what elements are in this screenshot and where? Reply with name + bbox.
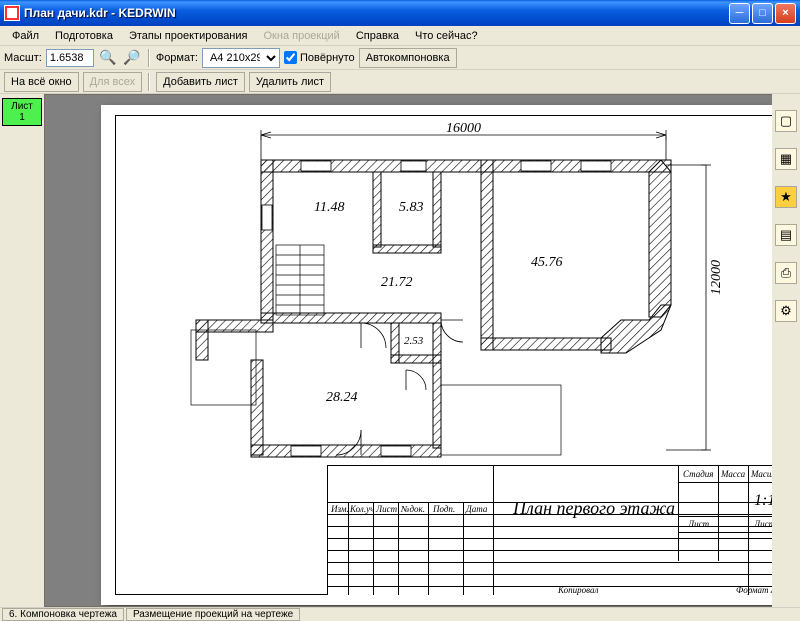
tb-kol: Кол.уч: [350, 504, 374, 514]
menubar: Файл Подготовка Этапы проектирования Окн…: [0, 26, 800, 46]
room-area-5: 2.53: [404, 335, 423, 347]
room-area-6: 28.24: [326, 390, 358, 406]
tb-format: Формат А4: [736, 585, 772, 595]
tb-izm: Изм.: [331, 504, 349, 514]
tb-ndok: №док.: [401, 504, 425, 514]
zoom-in-icon[interactable]: 🔎: [122, 48, 142, 68]
toolbar-2: На всё окно Для всех Добавить лист Удали…: [0, 70, 800, 94]
minimize-button[interactable]: ─: [729, 3, 750, 24]
room-area-4: 45.76: [531, 255, 563, 271]
tb-main-title: План первого этажа: [513, 498, 675, 519]
fullwindow-button[interactable]: На всё окно: [4, 72, 79, 92]
statusbar: 6. Компоновка чертежа Размещение проекци…: [0, 607, 800, 621]
menu-whatnow[interactable]: Что сейчас?: [407, 28, 486, 44]
tb-podp: Подп.: [433, 504, 455, 514]
delsheet-button[interactable]: Удалить лист: [249, 72, 331, 92]
close-button[interactable]: ×: [775, 3, 796, 24]
main-area: Лист 1: [0, 94, 800, 607]
status-2: Размещение проекций на чертеже: [126, 608, 300, 621]
addsheet-button[interactable]: Добавить лист: [156, 72, 245, 92]
right-toolbar: ▢ ▦ ★ ▤ ⎙ ⚙: [772, 94, 800, 607]
canvas[interactable]: 11.48 5.83 21.72 45.76 2.53 28.24 16000 …: [44, 94, 772, 607]
dim-width: 16000: [446, 121, 481, 137]
room-area-2: 5.83: [399, 200, 424, 216]
forall-button: Для всех: [83, 72, 142, 92]
separator: [148, 49, 150, 67]
autolayout-button[interactable]: Автокомпоновка: [359, 48, 457, 68]
separator: [148, 73, 150, 91]
rotated-checkbox[interactable]: Повёрнуто: [284, 51, 355, 64]
rotated-check[interactable]: [284, 51, 297, 64]
dim-height: 12000: [709, 260, 725, 295]
maximize-button[interactable]: □: [752, 3, 773, 24]
menu-file[interactable]: Файл: [4, 28, 47, 44]
room-area-3: 21.72: [381, 275, 413, 291]
zoom-out-icon[interactable]: 🔍: [98, 48, 118, 68]
format-select[interactable]: A4 210x297: [202, 48, 280, 68]
menu-stages[interactable]: Этапы проектирования: [121, 28, 256, 44]
menu-help[interactable]: Справка: [348, 28, 407, 44]
tool-grid-icon[interactable]: ▤: [775, 224, 797, 246]
tool-layer-icon[interactable]: ▢: [775, 110, 797, 132]
tb-sheets: Листов: [754, 519, 772, 529]
window-title: План дачи.kdr - KEDRWIN: [24, 6, 729, 20]
tool-settings-icon[interactable]: ⚙: [775, 300, 797, 322]
titlebar: План дачи.kdr - KEDRWIN ─ □ ×: [0, 0, 800, 26]
tb-scale-lbl: Масштаб: [751, 469, 772, 479]
status-1: 6. Компоновка чертежа: [2, 608, 124, 621]
room-area-1: 11.48: [314, 200, 344, 216]
scale-input[interactable]: [46, 49, 94, 67]
tb-scale-val: 1:100: [754, 492, 772, 510]
tb-list: Лист: [376, 504, 397, 514]
scale-label: Масшт:: [4, 52, 42, 64]
tool-print-icon[interactable]: ⎙: [775, 262, 797, 284]
menu-proj-windows: Окна проекций: [256, 28, 348, 44]
tb-mass: Масса: [721, 469, 745, 479]
sheet-tabs: Лист 1: [0, 94, 44, 607]
tb-copied: Копировал: [558, 585, 598, 595]
app-icon: [4, 5, 20, 21]
menu-prep[interactable]: Подготовка: [47, 28, 121, 44]
sheet-tab-1[interactable]: Лист 1: [2, 98, 42, 126]
toolbar-1: Масшт: 🔍 🔎 Формат: A4 210x297 Повёрнуто …: [0, 46, 800, 70]
title-block: Изм. Кол.уч Лист №док. Подп. Дата Стадия…: [327, 465, 772, 595]
tool-view-icon[interactable]: ▦: [775, 148, 797, 170]
tool-info-icon[interactable]: ★: [775, 186, 797, 208]
format-label: Формат:: [156, 52, 198, 64]
tb-data: Дата: [466, 504, 487, 514]
tb-stage: Стадия: [683, 469, 713, 479]
drawing-page: 11.48 5.83 21.72 45.76 2.53 28.24 16000 …: [101, 105, 772, 605]
window-buttons: ─ □ ×: [729, 3, 796, 24]
tb-sheet: Лист: [688, 519, 709, 529]
